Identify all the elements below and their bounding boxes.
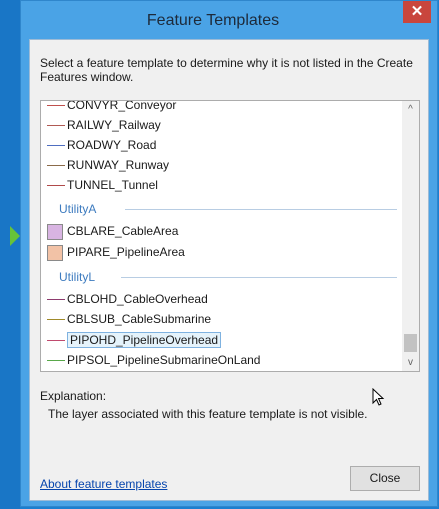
list-item-pipsol[interactable]: PIPSOL_PipelineSubmarineOnLand xyxy=(47,350,260,370)
scroll-down-icon[interactable]: v xyxy=(402,354,419,371)
list-item-cblohd[interactable]: CBLOHD_CableOverhead xyxy=(47,289,208,309)
scroll-up-icon[interactable]: ^ xyxy=(402,101,419,118)
line-symbol-icon xyxy=(47,145,65,147)
title-bar[interactable]: Feature Templates ✕ xyxy=(21,1,437,41)
dialog-title: Feature Templates xyxy=(146,12,280,29)
list-item-cblsub[interactable]: CBLSUB_CableSubmarine xyxy=(47,309,211,329)
group-divider xyxy=(125,209,397,210)
list-content: CONVYR_Conveyor RAILWY_Railway ROADWY_Ro… xyxy=(41,101,403,371)
line-symbol-icon xyxy=(47,319,65,321)
list-item-label: PIPSOL_PipelineSubmarineOnLand xyxy=(67,353,261,367)
list-item-label: TUNNEL_Tunnel xyxy=(67,178,158,192)
dialog-client-area: Select a feature template to determine w… xyxy=(29,39,429,501)
list-scrollbar[interactable]: ^ v xyxy=(402,101,419,371)
list-item-label: RAILWY_Railway xyxy=(67,118,161,132)
list-item-label: ROADWY_Road xyxy=(67,138,157,152)
scroll-thumb[interactable] xyxy=(404,334,417,352)
feature-template-list[interactable]: CONVYR_Conveyor RAILWY_Railway ROADWY_Ro… xyxy=(40,100,420,372)
list-item-label: RUNWAY_Runway xyxy=(67,158,170,172)
line-symbol-icon xyxy=(47,360,65,362)
list-item-label: PIPARE_PipelineArea xyxy=(67,245,185,259)
feature-templates-dialog: Feature Templates ✕ Select a feature tem… xyxy=(20,0,438,507)
list-item-label: CBLOHD_CableOverhead xyxy=(67,292,208,306)
instruction-text: Select a feature template to determine w… xyxy=(40,56,413,84)
list-item-convyr[interactable]: CONVYR_Conveyor xyxy=(47,100,177,115)
explanation-text: The layer associated with this feature t… xyxy=(48,407,368,421)
desktop-background xyxy=(0,0,20,509)
mouse-cursor-icon xyxy=(372,388,385,406)
close-button[interactable]: Close xyxy=(350,466,420,491)
group-header-utilityl: UtilityL xyxy=(59,270,96,284)
area-symbol-icon xyxy=(47,244,63,261)
area-symbol-icon xyxy=(47,223,63,240)
line-symbol-icon xyxy=(47,185,65,187)
list-item-label: CONVYR_Conveyor xyxy=(67,100,177,112)
list-item-label: CBLARE_CableArea xyxy=(67,224,179,238)
list-item-cblare[interactable]: CBLARE_CableArea xyxy=(47,221,178,241)
group-header-utilitya: UtilityA xyxy=(59,202,97,216)
list-item-pipare[interactable]: PIPARE_PipelineArea xyxy=(47,242,185,262)
line-symbol-icon xyxy=(47,299,65,301)
line-symbol-icon xyxy=(47,105,65,107)
explanation-label: Explanation: xyxy=(40,389,107,403)
group-divider xyxy=(121,277,397,278)
list-item-tunnel[interactable]: TUNNEL_Tunnel xyxy=(47,175,158,195)
line-symbol-icon xyxy=(47,165,65,167)
list-item-label: PIPOHD_PipelineOverhead xyxy=(67,332,222,348)
line-symbol-icon xyxy=(47,340,65,342)
list-item-railwy[interactable]: RAILWY_Railway xyxy=(47,115,161,135)
line-symbol-icon xyxy=(47,125,65,127)
list-item-label: CBLSUB_CableSubmarine xyxy=(67,312,212,326)
list-item-roadwy[interactable]: ROADWY_Road xyxy=(47,135,156,155)
about-feature-templates-link[interactable]: About feature templates xyxy=(40,477,167,491)
list-item-runway[interactable]: RUNWAY_Runway xyxy=(47,155,169,175)
desktop-arrow-icon xyxy=(10,226,20,246)
list-item-pipohd-selected[interactable]: PIPOHD_PipelineOverhead xyxy=(47,330,222,350)
close-icon[interactable]: ✕ xyxy=(403,1,431,23)
